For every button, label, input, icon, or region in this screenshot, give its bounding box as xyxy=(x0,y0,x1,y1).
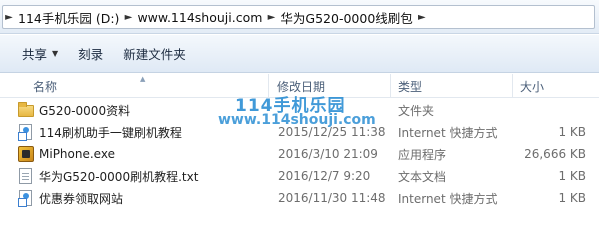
file-modified: 2016/3/10 21:09 xyxy=(278,147,378,161)
file-size xyxy=(512,99,586,121)
chevron-down-icon: ▼ xyxy=(52,49,59,58)
breadcrumb-drive[interactable]: 114手机乐园 (D:) xyxy=(15,6,122,28)
chevron-right-icon[interactable]: ► xyxy=(122,6,134,28)
watermark-url: www.114shouji.com xyxy=(218,112,376,128)
chevron-right-icon[interactable]: ► xyxy=(265,6,277,28)
chevron-right-icon[interactable]: ► xyxy=(3,6,15,28)
file-size: 1 KB xyxy=(558,125,586,139)
column-divider[interactable] xyxy=(512,74,513,98)
file-name: 114刷机助手一键刷机教程 xyxy=(39,125,182,140)
file-row[interactable]: 优惠券领取网站 2016/11/30 11:48 Internet 快捷方式 1… xyxy=(0,187,599,209)
file-type: 文本文档 xyxy=(398,169,447,184)
share-button[interactable]: 共享 ▼ xyxy=(12,42,68,66)
file-type: 文件夹 xyxy=(398,103,435,118)
text-file-icon xyxy=(19,168,32,184)
folder-icon xyxy=(18,102,34,117)
file-type: Internet 快捷方式 xyxy=(398,125,498,140)
breadcrumb-current-folder[interactable]: 华为G520-0000线刷包 xyxy=(277,6,415,28)
file-size: 26,666 KB xyxy=(524,147,586,161)
file-type: Internet 快捷方式 xyxy=(398,191,498,206)
column-header-name[interactable]: 名称 xyxy=(33,74,57,98)
file-name: 优惠券领取网站 xyxy=(39,191,124,206)
file-name-cell: 华为G520-0000刷机教程.txt xyxy=(18,165,198,187)
explorer-window: ► 114手机乐园 (D:) ► www.114shouji.com ► 华为G… xyxy=(0,0,599,222)
sort-up-icon: ▲ xyxy=(140,75,146,83)
file-row[interactable]: 华为G520-0000刷机教程.txt 2016/12/7 9:20 文本文档 … xyxy=(0,165,599,187)
file-name-cell: 优惠券领取网站 xyxy=(18,187,123,209)
file-name: MiPhone.exe xyxy=(39,147,115,161)
exe-icon xyxy=(18,146,34,162)
column-header-type[interactable]: 类型 xyxy=(398,74,422,98)
new-folder-label: 新建文件夹 xyxy=(123,47,186,62)
column-divider[interactable] xyxy=(390,74,391,98)
share-label: 共享 xyxy=(22,47,48,62)
breadcrumb-site-folder[interactable]: www.114shouji.com xyxy=(134,6,265,28)
file-modified: 2016/12/7 9:20 xyxy=(278,169,371,183)
file-name: 华为G520-0000刷机教程.txt xyxy=(39,169,199,184)
burn-button[interactable]: 刻录 xyxy=(68,42,113,66)
file-name: G520-0000资料 xyxy=(39,103,131,118)
shortcut-icon xyxy=(18,190,32,207)
file-name-cell: G520-0000资料 xyxy=(18,99,130,121)
shortcut-icon xyxy=(18,124,32,141)
file-name-cell: MiPhone.exe xyxy=(18,143,115,165)
file-row[interactable]: MiPhone.exe 2016/3/10 21:09 应用程序 26,666 … xyxy=(0,143,599,165)
file-type: 应用程序 xyxy=(398,147,447,162)
new-folder-button[interactable]: 新建文件夹 xyxy=(113,42,196,66)
column-header-size[interactable]: 大小 xyxy=(520,74,544,98)
address-box[interactable]: ► 114手机乐园 (D:) ► www.114shouji.com ► 华为G… xyxy=(2,5,595,29)
command-bar: 共享 ▼ 刻录 新建文件夹 xyxy=(0,35,599,73)
file-name-cell: 114刷机助手一键刷机教程 xyxy=(18,121,182,143)
address-bar: ► 114手机乐园 (D:) ► www.114shouji.com ► 华为G… xyxy=(0,0,599,34)
file-size: 1 KB xyxy=(558,169,586,183)
burn-label: 刻录 xyxy=(78,47,104,62)
file-modified: 2016/11/30 11:48 xyxy=(278,191,386,205)
file-size: 1 KB xyxy=(558,191,586,205)
chevron-right-icon[interactable]: ► xyxy=(416,6,428,28)
